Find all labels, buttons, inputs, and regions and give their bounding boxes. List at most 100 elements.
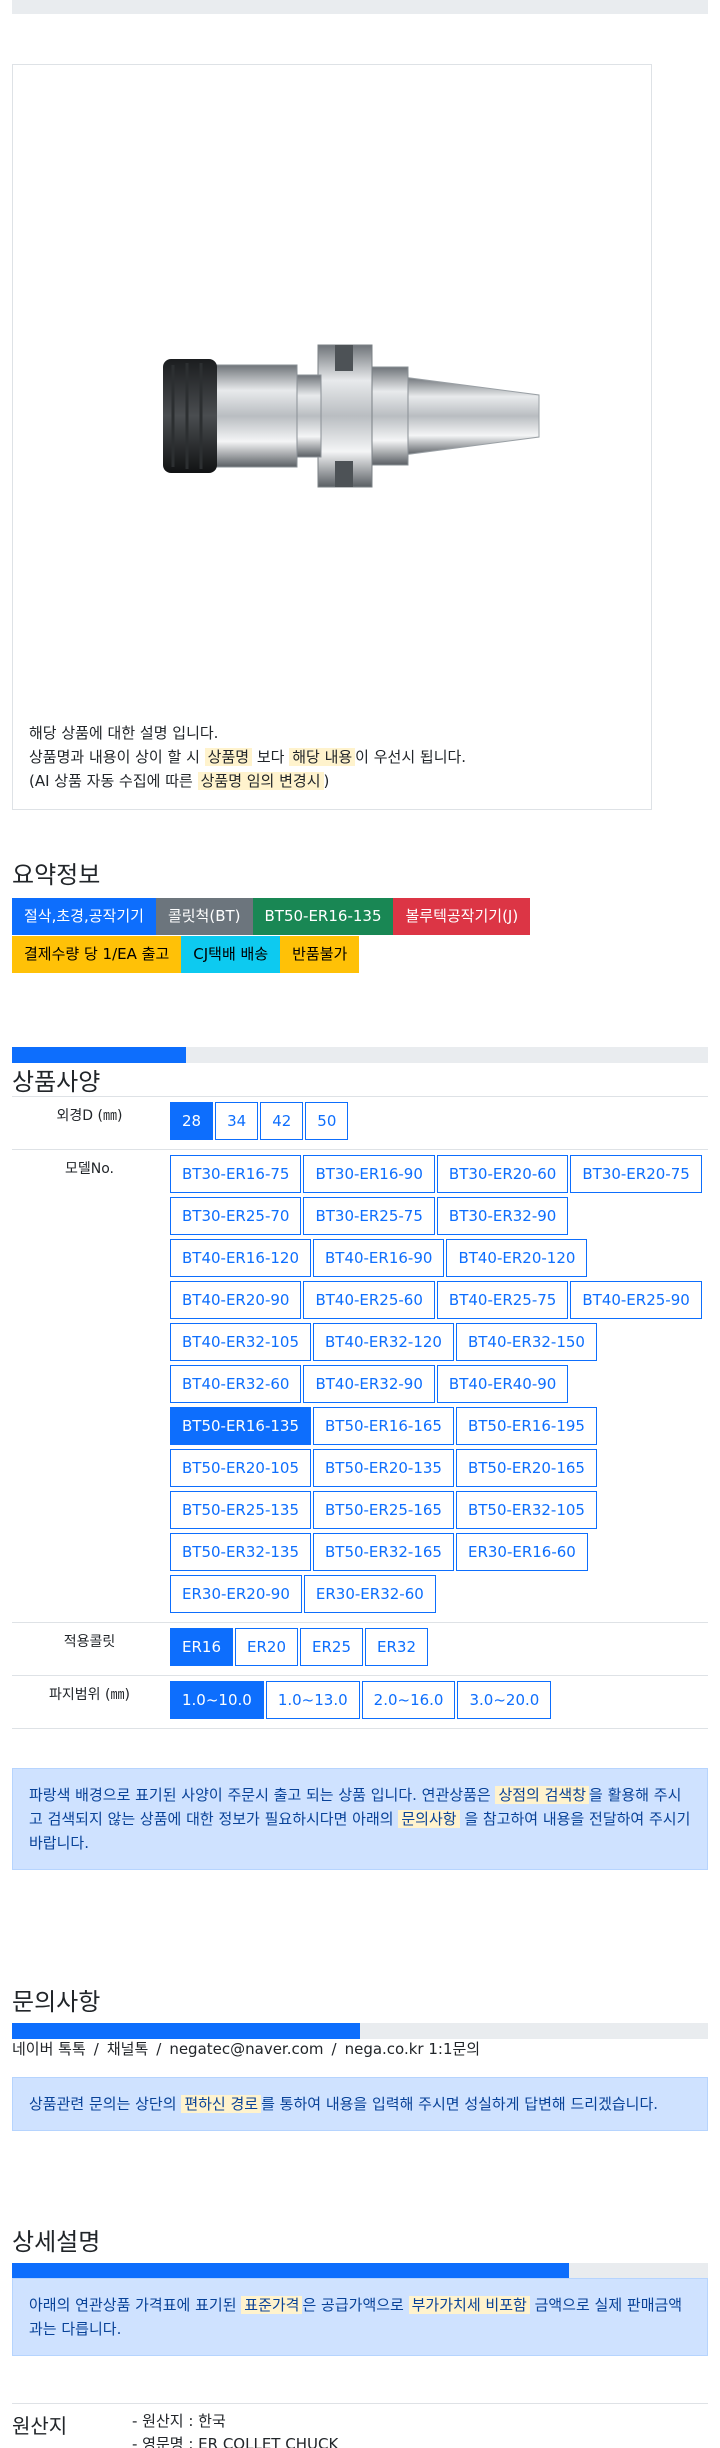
- summary-title: 요약정보: [12, 861, 101, 889]
- spec-row: 외경D (㎜) 28 34 42 50: [12, 1097, 708, 1150]
- website-inquiry-link[interactable]: nega.co.kr 1:1문의: [345, 2040, 481, 2058]
- spec-option-button[interactable]: ER32: [365, 1628, 428, 1666]
- spec-option-button[interactable]: BT40-ER20-90: [170, 1281, 302, 1319]
- spec-options: BT30-ER16-75 BT30-ER16-90 BT30-ER20-60 BT30…: [167, 1150, 708, 1622]
- spec-option-button[interactable]: BT50-ER25-165: [312, 1491, 454, 1529]
- spec-row-label: 모델No.: [64, 1161, 114, 1177]
- notice-text: 상품관련 문의는 상단의: [29, 2095, 182, 2113]
- notice-text: 파랑색 배경으로 표기된 사양이 주문시 출고 되는 상품 입니다. 연관상품은: [29, 1786, 496, 1804]
- spec-option-button[interactable]: 50: [305, 1102, 349, 1140]
- spec-option-button[interactable]: ER30-ER32-60: [303, 1575, 436, 1613]
- spec-option-button[interactable]: BT30-ER20-60: [436, 1155, 569, 1193]
- note-line-2: 상품명과 내용이 상이 할 시 상품명 보다 해당 내용 이 우선시 됩니다.: [29, 745, 466, 769]
- delivery-badge: CJ택배 배송: [181, 936, 281, 973]
- brand-badge: 볼루텍공작기기(J): [393, 898, 531, 935]
- summary-badges-row-1: 절삭,초경,공작기기 콜릿척(BT) BT50-ER16-135 볼루텍공작기기…: [12, 898, 652, 935]
- spec-option-button[interactable]: BT40-ER32-105: [170, 1323, 311, 1361]
- type-badge: 콜릿척(BT): [155, 898, 253, 935]
- summary-badges-row-2: 결제수량 당 1/EA 출고 CJ택배 배송 반품불가: [12, 936, 652, 973]
- spec-option-button[interactable]: BT50-ER20-135: [312, 1449, 454, 1487]
- highlight-text: 해당 내용: [289, 748, 356, 766]
- contact-links: 네이버 톡톡 / 채널톡 / negatec@naver.com / nega.co.kr …: [12, 2038, 480, 2059]
- origin-item: - 원산지 : 한국: [132, 2412, 226, 2430]
- spec-option-button[interactable]: 2.0~16.0: [361, 1681, 456, 1719]
- spec-progress-bar: [12, 1047, 708, 1063]
- spec-row-label: 적용콜릿: [63, 1634, 116, 1650]
- spec-option-button[interactable]: ER30-ER16-60: [455, 1533, 588, 1571]
- spec-option-button[interactable]: BT30-ER20-75: [570, 1155, 702, 1193]
- notice-text: 은 공급가액으로: [302, 2296, 409, 2314]
- highlight-text: 상품명: [204, 748, 253, 766]
- channel-talk-link[interactable]: 채널톡: [107, 2040, 148, 2058]
- spec-option-button[interactable]: BT40-ER16-90: [312, 1239, 445, 1277]
- spec-option-button[interactable]: 1.0~13.0: [265, 1681, 360, 1719]
- spec-option-button[interactable]: 34: [215, 1102, 259, 1140]
- spec-row-label: 파지범위 (㎜): [49, 1687, 130, 1703]
- spec-option-button[interactable]: ER20: [235, 1628, 298, 1666]
- detail-title: 상세설명: [12, 2228, 101, 2256]
- spec-option-button[interactable]: BT50-ER16-135: [170, 1407, 311, 1445]
- spec-option-button[interactable]: BT30-ER16-75: [170, 1155, 302, 1193]
- spec-option-button[interactable]: BT50-ER20-165: [455, 1449, 597, 1487]
- quantity-badge: 결제수량 당 1/EA 출고: [12, 936, 182, 973]
- spec-row: 모델No. BT30-ER16-75 BT30-ER16-90 BT30-ER20-6…: [12, 1150, 708, 1623]
- spec-option-button[interactable]: BT50-ER16-165: [312, 1407, 454, 1445]
- note-text: (AI 상품 자동 수집에 따른: [29, 772, 198, 790]
- note-text: 이 우선시 됩니다.: [355, 748, 467, 766]
- spec-option-button[interactable]: BT40-ER25-75: [436, 1281, 569, 1319]
- spec-option-button[interactable]: ER30-ER20-90: [170, 1575, 302, 1613]
- product-image: [163, 344, 540, 488]
- spec-option-button[interactable]: 3.0~20.0: [457, 1681, 552, 1719]
- category-badge: 절삭,초경,공작기기: [12, 898, 156, 935]
- spec-option-button[interactable]: BT40-ER20-120: [446, 1239, 588, 1277]
- notice-text: 아래의 연관상품 가격표에 표기된: [29, 2296, 242, 2314]
- detail-progress-fill: [12, 2263, 569, 2279]
- model-badge: BT50-ER16-135: [252, 898, 394, 935]
- spec-option-button[interactable]: BT50-ER20-105: [170, 1449, 311, 1487]
- spec-option-button[interactable]: BT40-ER32-150: [455, 1323, 597, 1361]
- top-bar: [12, 0, 708, 14]
- spec-options: ER16 ER20 ER25 ER32: [167, 1623, 708, 1675]
- spec-option-button[interactable]: BT30-ER25-70: [170, 1197, 302, 1235]
- spec-option-button[interactable]: BT50-ER32-135: [170, 1533, 311, 1571]
- highlight-text: 상점의 검색창: [495, 1786, 590, 1804]
- spec-options: 28 34 42 50: [167, 1097, 708, 1149]
- separator: /: [93, 2040, 99, 2058]
- spec-options: 1.0~10.0 1.0~13.0 2.0~16.0 3.0~20.0: [167, 1676, 708, 1728]
- naver-talk-link[interactable]: 네이버 톡톡: [12, 2040, 86, 2058]
- spec-option-button[interactable]: 42: [260, 1102, 304, 1140]
- spec-option-button[interactable]: BT50-ER25-135: [170, 1491, 311, 1529]
- return-badge: 반품불가: [280, 936, 360, 973]
- spec-option-button[interactable]: BT30-ER16-90: [303, 1155, 435, 1193]
- spec-row: 파지범위 (㎜) 1.0~10.0 1.0~13.0 2.0~16.0 3.0~20.0: [12, 1676, 708, 1729]
- spec-option-button[interactable]: BT50-ER16-195: [455, 1407, 597, 1445]
- spec-option-button[interactable]: BT50-ER32-165: [312, 1533, 454, 1571]
- spec-option-button[interactable]: BT40-ER32-90: [303, 1365, 435, 1403]
- note-line-3: (AI 상품 자동 수집에 따른 상품명 임의 변경시): [29, 769, 466, 793]
- email-link[interactable]: negatec@naver.com: [169, 2040, 323, 2058]
- separator: /: [331, 2040, 337, 2058]
- spec-option-button[interactable]: BT40-ER32-120: [312, 1323, 454, 1361]
- spec-option-button[interactable]: 1.0~10.0: [170, 1681, 264, 1719]
- spec-option-button[interactable]: BT30-ER25-75: [303, 1197, 435, 1235]
- spec-option-button[interactable]: BT50-ER32-105: [455, 1491, 597, 1529]
- highlight-text: 표준가격: [241, 2296, 303, 2314]
- spec-option-button[interactable]: BT30-ER32-90: [436, 1197, 569, 1235]
- spec-option-button[interactable]: 28: [170, 1102, 214, 1140]
- spec-option-button[interactable]: BT40-ER40-90: [436, 1365, 569, 1403]
- highlight-text: 부가가치세 비포함: [408, 2296, 530, 2314]
- detail-progress-bar: [12, 2263, 708, 2279]
- spec-row-label: 외경D (㎜): [56, 1108, 123, 1124]
- spec-option-button[interactable]: ER16: [170, 1628, 233, 1666]
- spec-title: 상품사양: [12, 1068, 101, 1096]
- highlight-text: 편하신 경로: [181, 2095, 262, 2113]
- spec-option-button[interactable]: BT40-ER16-120: [170, 1239, 311, 1277]
- spec-option-button[interactable]: BT40-ER25-90: [570, 1281, 702, 1319]
- spec-option-button[interactable]: ER25: [300, 1628, 363, 1666]
- highlight-text: 문의사항: [398, 1810, 460, 1828]
- note-text: 보다: [252, 748, 290, 766]
- product-image-frame: 해당 상품에 대한 설명 입니다. 상품명과 내용이 상이 할 시 상품명 보다…: [12, 64, 652, 810]
- spec-option-button[interactable]: BT40-ER25-60: [303, 1281, 435, 1319]
- spec-option-button[interactable]: BT40-ER32-60: [170, 1365, 302, 1403]
- highlight-text: 상품명 임의 변경시: [197, 772, 324, 790]
